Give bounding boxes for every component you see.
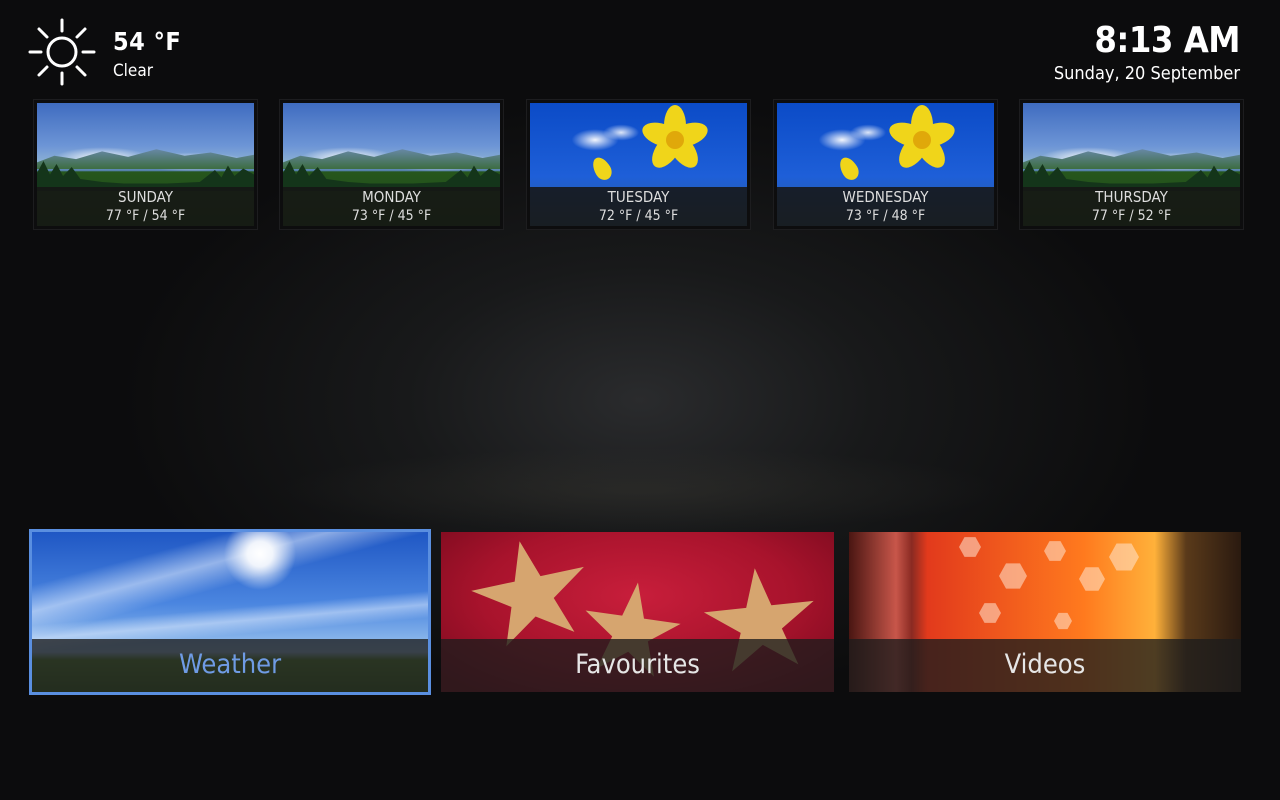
- forecast-day: TUESDAY: [607, 188, 670, 206]
- current-temperature: 54 °F: [113, 27, 182, 56]
- forecast-day: WEDNESDAY: [842, 188, 929, 206]
- forecast-card-sunday: SUNDAY 77 °F / 54 °F: [33, 99, 258, 230]
- forecast-temps: 73 °F / 48 °F: [845, 208, 926, 224]
- sun-icon: [28, 18, 96, 86]
- forecast-card-tuesday: TUESDAY 72 °F / 45 °F: [526, 99, 751, 230]
- menu-item-label: Videos: [849, 639, 1241, 692]
- clock-time: 8:13 AM: [1094, 20, 1240, 61]
- forecast-temps: 77 °F / 52 °F: [1091, 208, 1172, 224]
- clock-date: Sunday, 20 September: [1053, 63, 1240, 84]
- forecast-day: THURSDAY: [1095, 188, 1168, 206]
- forecast-temps: 77 °F / 54 °F: [105, 208, 186, 224]
- menu-item-videos[interactable]: Videos: [849, 532, 1241, 692]
- forecast-day: MONDAY: [362, 188, 421, 206]
- news-ticker: [34, 755, 1246, 777]
- menu-item-weather[interactable]: Weather: [32, 532, 428, 692]
- current-condition: Clear: [113, 61, 154, 81]
- menu-item-label: Favourites: [441, 639, 834, 692]
- menu-item-favourites[interactable]: Favourites: [441, 532, 834, 692]
- forecast-card-monday: MONDAY 73 °F / 45 °F: [279, 99, 504, 230]
- forecast-day: SUNDAY: [118, 188, 173, 206]
- background-haze: [0, 430, 1280, 540]
- forecast-temps: 73 °F / 45 °F: [351, 208, 432, 224]
- forecast-card-wednesday: WEDNESDAY 73 °F / 48 °F: [773, 99, 998, 230]
- forecast-card-thursday: THURSDAY 77 °F / 52 °F: [1019, 99, 1244, 230]
- menu-item-label: Weather: [32, 639, 428, 692]
- forecast-temps: 72 °F / 45 °F: [598, 208, 679, 224]
